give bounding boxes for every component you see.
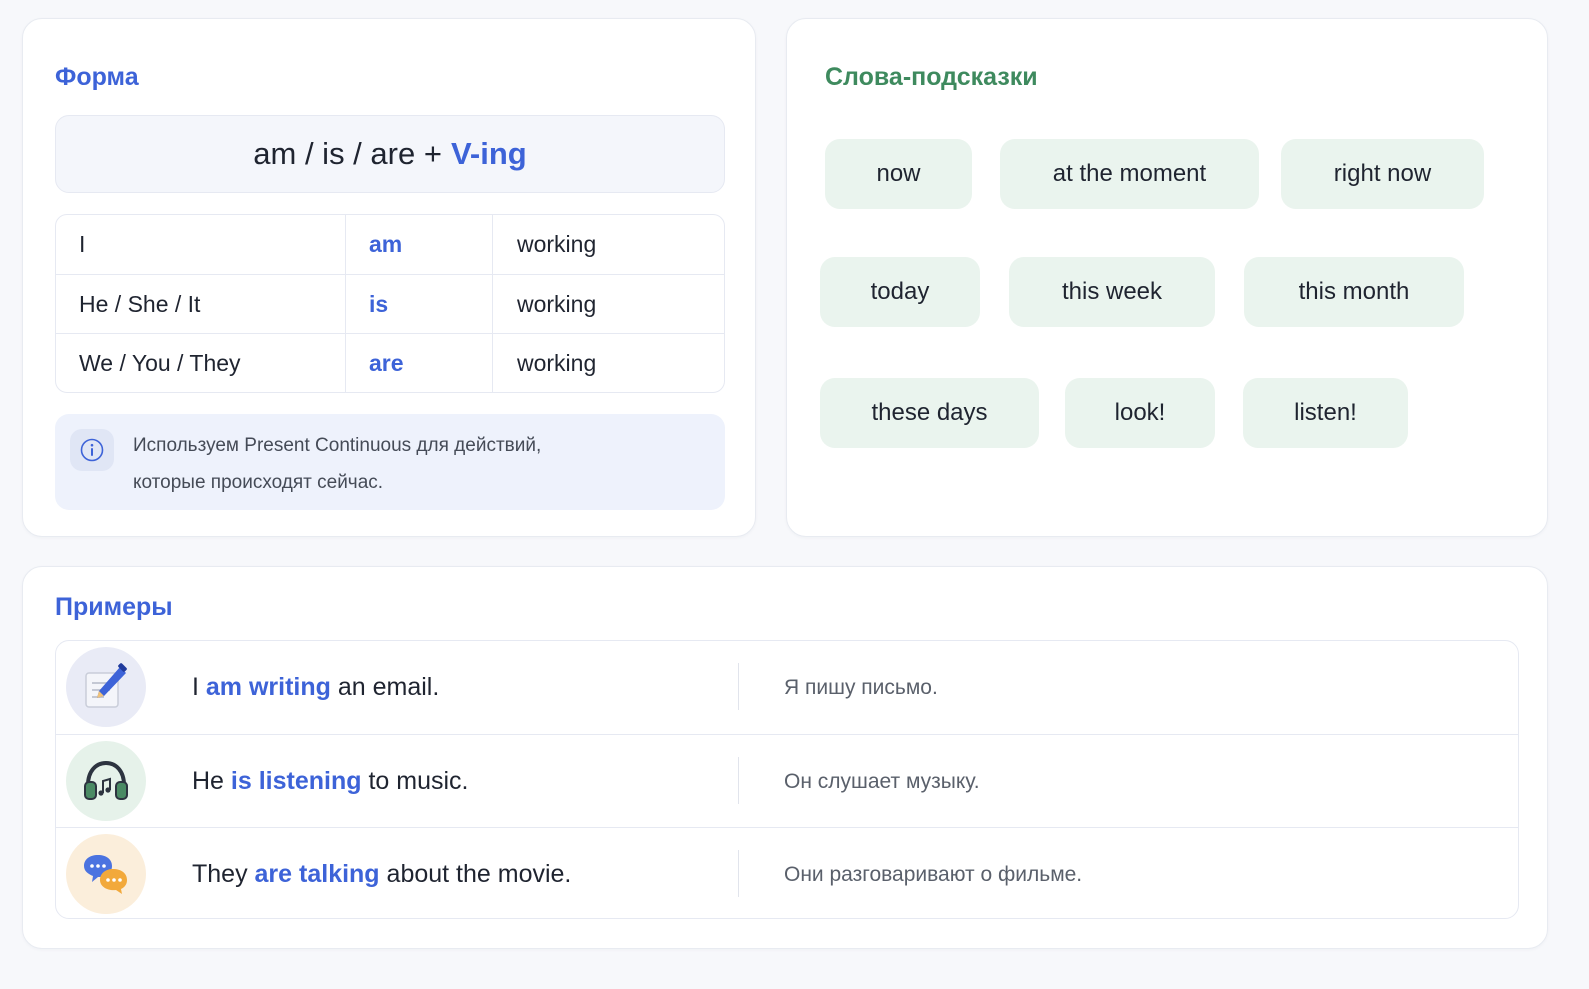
example-translation: Я пишу письмо. <box>784 675 938 699</box>
hint-chip-this-month: this month <box>1244 257 1464 327</box>
note-text: Используем Present Continuous для действ… <box>133 427 693 501</box>
hint-chip-this-week: this week <box>1009 257 1215 327</box>
verb-cell: working <box>517 290 597 317</box>
info-icon <box>70 429 114 471</box>
sentence-end: about the movie. <box>379 860 572 888</box>
hint-chip-listen: listen! <box>1243 378 1408 448</box>
example-row: They are talking about the movie. Они ра… <box>56 827 1518 918</box>
subject-cell: We / You / They <box>56 334 346 392</box>
table-row: I am working <box>56 215 724 274</box>
hint-chip-at-the-moment: at the moment <box>1000 139 1259 209</box>
auxiliary-cell: is <box>346 275 493 333</box>
formula-accent: V-ing <box>450 136 527 171</box>
sentence-start: They <box>192 860 255 888</box>
sentence-start: I <box>192 673 206 701</box>
example-translation: Он слушает музыку. <box>784 769 980 793</box>
verb-cell: working <box>517 349 597 376</box>
hint-chip-look: look! <box>1065 378 1215 448</box>
formula-box: am / is / are + V-ing <box>55 115 725 193</box>
hint-chip-right-now: right now <box>1281 139 1484 209</box>
pencil-note-icon <box>66 647 146 727</box>
note-line-1: Используем Present Continuous для действ… <box>133 435 542 456</box>
column-divider <box>738 663 739 710</box>
sentence-verb-highlight: are talking <box>254 860 380 888</box>
info-note: Используем Present Continuous для действ… <box>55 414 725 510</box>
example-sentence: He is listening to music. <box>192 735 468 828</box>
form-title: Форма <box>55 63 139 91</box>
table-row: We / You / They are working <box>56 333 724 392</box>
sentence-end: to music. <box>361 767 469 795</box>
subject-cell: He / She / It <box>56 275 346 333</box>
hints-title: Слова-подсказки <box>825 63 1038 91</box>
example-sentence: They are talking about the movie. <box>192 828 572 918</box>
note-line-2: которые происходят сейчас. <box>133 472 384 493</box>
example-translation: Они разговаривают о фильме. <box>784 862 1083 886</box>
sentence-start: He <box>192 767 231 795</box>
sentence-verb-highlight: is listening <box>230 767 362 795</box>
hint-chip-these-days: these days <box>820 378 1039 448</box>
sentence-verb-highlight: am writing <box>205 673 331 701</box>
verb-cell: working <box>517 231 597 257</box>
auxiliary-cell: are <box>346 334 493 392</box>
conjugation-table: I am working He / She / It is working We… <box>55 214 725 393</box>
examples-title: Примеры <box>55 593 173 621</box>
example-sentence: I am writing an email. <box>192 641 439 734</box>
subject-cell: I <box>56 215 346 274</box>
form-card: Форма am / is / are + V-ing I am working… <box>22 18 756 537</box>
table-row: He / She / It is working <box>56 274 724 333</box>
examples-table: I am writing an email. Я пишу письмо. He… <box>55 640 1519 919</box>
headphones-icon <box>66 741 146 821</box>
auxiliary-cell: am <box>346 215 493 274</box>
hints-card: Слова-подсказки now at the moment right … <box>786 18 1548 537</box>
chat-bubbles-icon <box>66 834 146 914</box>
examples-card: Примеры I am writing an email. Я пишу пи… <box>22 566 1548 949</box>
column-divider <box>738 850 739 897</box>
example-row: I am writing an email. Я пишу письмо. <box>56 641 1518 734</box>
example-row: He is listening to music. Он слушает муз… <box>56 734 1518 827</box>
hint-chip-now: now <box>825 139 972 209</box>
formula-base: am / is / are + <box>253 136 442 171</box>
hint-chip-today: today <box>820 257 980 327</box>
column-divider <box>738 757 739 804</box>
sentence-end: an email. <box>330 673 440 701</box>
